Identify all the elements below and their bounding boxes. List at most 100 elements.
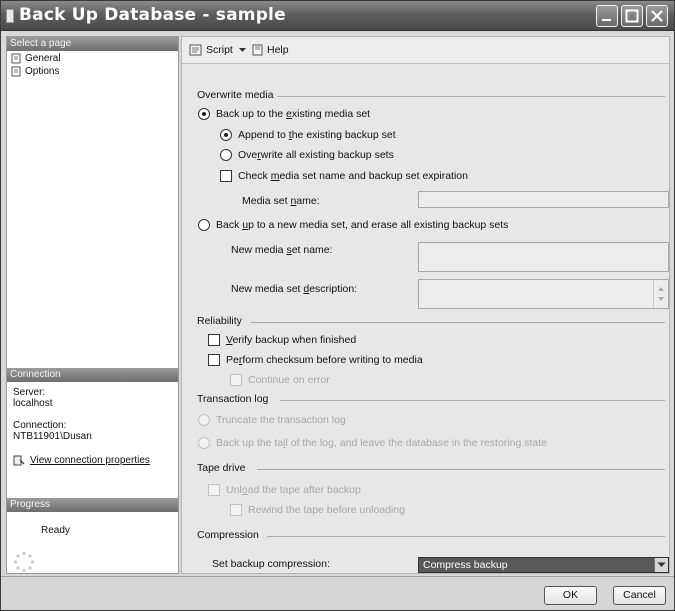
window-title: Back Up Database - sample bbox=[19, 5, 286, 25]
connection-label: Connection: bbox=[13, 420, 67, 431]
connection-header: Connection bbox=[7, 368, 178, 382]
minimize-icon bbox=[602, 19, 611, 21]
group-divider bbox=[251, 322, 665, 323]
checkbox-indicator bbox=[220, 170, 232, 182]
maximize-button[interactable] bbox=[621, 5, 643, 27]
option-label: Back up to the existing media set bbox=[216, 108, 371, 120]
compression-dropdown-button[interactable] bbox=[654, 558, 668, 572]
overwrite-media-title: Overwrite media bbox=[197, 89, 274, 101]
verify-backup-checkbox[interactable]: Verify backup when finished bbox=[208, 334, 356, 346]
left-panel: Select a page General Options Connection… bbox=[6, 36, 179, 574]
option-label: Rewind the tape before unloading bbox=[248, 504, 406, 516]
checkbox-indicator bbox=[230, 374, 242, 386]
option-label: Append to the existing backup set bbox=[238, 129, 396, 141]
progress-header: Progress bbox=[7, 498, 178, 512]
option-label: Check media set name and backup set expi… bbox=[238, 170, 468, 182]
new-media-set-name-field[interactable] bbox=[418, 242, 669, 272]
view-connection-properties-link[interactable]: View connection properties bbox=[13, 455, 150, 466]
media-set-name-label: Media set name: bbox=[242, 195, 320, 207]
group-divider bbox=[257, 469, 665, 470]
page-item-options[interactable]: Options bbox=[11, 66, 59, 77]
truncate-log-radio[interactable]: Truncate the transaction log bbox=[198, 414, 346, 426]
tape-drive-title: Tape drive bbox=[197, 462, 246, 474]
checkbox-indicator bbox=[208, 484, 220, 496]
script-button[interactable]: Script bbox=[189, 44, 250, 56]
script-icon bbox=[189, 44, 202, 56]
app-icon bbox=[6, 9, 14, 23]
option-label: Truncate the transaction log bbox=[216, 414, 346, 426]
scroll-arrows-icon bbox=[658, 287, 664, 301]
checkbox-indicator bbox=[230, 504, 242, 516]
new-media-set-description-field[interactable] bbox=[418, 279, 669, 309]
progress-spinner-icon bbox=[13, 551, 35, 573]
backup-existing-media-radio[interactable]: Back up to the existing media set bbox=[198, 108, 370, 120]
options-panel: Script Help Overwrite media Back up to t… bbox=[181, 36, 670, 574]
chevron-down-icon bbox=[238, 48, 246, 52]
perform-checksum-checkbox[interactable]: Perform checksum before writing to media bbox=[208, 354, 423, 366]
button-bar: OK Cancel bbox=[1, 576, 674, 610]
compression-title: Compression bbox=[197, 529, 259, 541]
backup-compression-select[interactable]: Compress backup bbox=[418, 557, 669, 573]
script-label: Script bbox=[206, 44, 233, 56]
page-icon bbox=[11, 53, 21, 64]
reliability-title: Reliability bbox=[197, 315, 242, 327]
help-label: Help bbox=[267, 44, 289, 56]
progress-status: Ready bbox=[41, 525, 70, 536]
option-label: Overwrite all existing backup sets bbox=[238, 149, 394, 161]
ok-button[interactable]: OK bbox=[544, 586, 597, 605]
checkbox-indicator bbox=[208, 334, 220, 346]
page-item-label: Options bbox=[25, 66, 60, 77]
page-item-label: General bbox=[25, 53, 61, 64]
new-media-set-name-label: New media set name: bbox=[231, 244, 333, 256]
page-item-general[interactable]: General bbox=[11, 53, 61, 64]
page-icon bbox=[11, 66, 21, 77]
option-label: Back up to a new media set, and erase al… bbox=[216, 219, 509, 231]
continue-on-error-checkbox[interactable]: Continue on error bbox=[230, 374, 330, 386]
select-page-header: Select a page bbox=[7, 37, 178, 51]
option-label: Continue on error bbox=[248, 374, 330, 386]
option-label: Unload the tape after backup bbox=[226, 484, 361, 496]
compression-selected-value: Compress backup bbox=[423, 559, 508, 571]
help-icon bbox=[252, 44, 263, 56]
chevron-down-icon bbox=[657, 562, 666, 567]
radio-indicator bbox=[220, 149, 232, 161]
maximize-icon bbox=[625, 9, 639, 23]
new-media-set-description-label: New media set description: bbox=[231, 283, 358, 295]
close-button[interactable] bbox=[646, 5, 668, 27]
group-divider bbox=[267, 536, 665, 537]
check-media-set-checkbox[interactable]: Check media set name and backup set expi… bbox=[220, 170, 468, 182]
group-divider bbox=[280, 400, 665, 401]
radio-indicator bbox=[198, 219, 210, 231]
properties-icon bbox=[13, 455, 25, 466]
append-backup-radio[interactable]: Append to the existing backup set bbox=[220, 129, 396, 141]
option-label: Verify backup when finished bbox=[226, 334, 357, 346]
backup-dialog: Back Up Database - sample Select a page … bbox=[0, 0, 675, 611]
minimize-button[interactable] bbox=[596, 5, 618, 27]
title-bar[interactable]: Back Up Database - sample bbox=[1, 1, 674, 31]
view-props-link-label: View connection properties bbox=[30, 455, 150, 466]
server-value: localhost bbox=[13, 398, 53, 409]
radio-indicator bbox=[220, 129, 232, 141]
group-divider bbox=[277, 96, 665, 97]
set-backup-compression-label: Set backup compression: bbox=[212, 558, 330, 570]
radio-indicator bbox=[198, 437, 210, 449]
backup-tail-log-radio[interactable]: Back up the tail of the log, and leave t… bbox=[198, 437, 547, 449]
option-label: Back up the tail of the log, and leave t… bbox=[216, 437, 547, 449]
toolbar: Script Help bbox=[182, 37, 669, 64]
connection-value: NTB11901\Dusan bbox=[13, 431, 92, 442]
transaction-log-title: Transaction log bbox=[197, 393, 269, 405]
media-set-name-field[interactable] bbox=[418, 191, 669, 208]
unload-tape-checkbox[interactable]: Unload the tape after backup bbox=[208, 484, 361, 496]
option-label: Perform checksum before writing to media bbox=[226, 354, 423, 366]
rewind-tape-checkbox[interactable]: Rewind the tape before unloading bbox=[230, 504, 405, 516]
help-button[interactable]: Help bbox=[252, 44, 289, 56]
scroll-buttons[interactable] bbox=[653, 280, 668, 308]
server-label: Server: bbox=[13, 387, 46, 398]
checkbox-indicator bbox=[208, 354, 220, 366]
cancel-button[interactable]: Cancel bbox=[613, 586, 666, 605]
radio-indicator bbox=[198, 108, 210, 120]
close-icon bbox=[651, 10, 663, 22]
backup-new-media-radio[interactable]: Back up to a new media set, and erase al… bbox=[198, 219, 508, 231]
overwrite-backup-radio[interactable]: Overwrite all existing backup sets bbox=[220, 149, 394, 161]
radio-indicator bbox=[198, 414, 210, 426]
